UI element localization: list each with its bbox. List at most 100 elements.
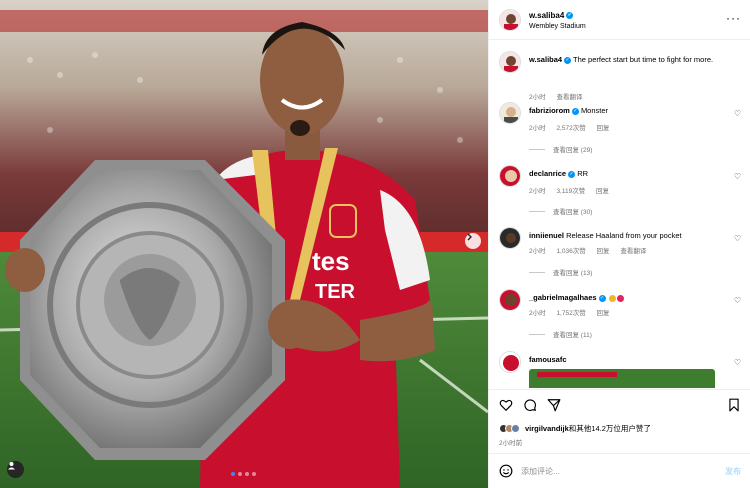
caption-time: 2小时 [529, 94, 546, 101]
comment-body: RR [577, 169, 589, 178]
post-header: w.saliba4 ✓ Wembley Stadium ··· [489, 0, 750, 40]
post-comment-button[interactable]: 发布 [725, 466, 741, 477]
comment-likes[interactable]: 1,752次赞 [556, 310, 585, 317]
comment-text: _gabrielmagalhaes ✓ [529, 292, 719, 303]
comment-input[interactable] [521, 463, 701, 479]
comment-likes[interactable]: 2,572次赞 [556, 125, 585, 132]
view-replies-button[interactable]: 查看回复 (11) [529, 329, 592, 339]
comment-meta: 2小时 1,752次赞 回复 [529, 307, 619, 317]
comment-username[interactable]: _gabrielmagalhaes [529, 293, 597, 302]
liker-avatar [511, 423, 520, 433]
emoji-face-icon [608, 294, 616, 302]
carousel-dot [252, 472, 256, 476]
send-icon [547, 399, 561, 412]
avatar-image [500, 166, 520, 186]
caption-text: w.saliba4 ✓ The perfect start but time to… [529, 54, 719, 65]
comment-username[interactable]: inniienuel [529, 231, 564, 240]
comment-media-thumbnail[interactable] [529, 369, 715, 388]
post-photo: tes TER [0, 0, 488, 488]
carousel-dot [238, 472, 242, 476]
replies-divider [529, 333, 545, 335]
liker-username[interactable]: virgilvandijk [525, 424, 569, 433]
carousel-indicator [231, 472, 256, 476]
comment-likes[interactable]: 1,036次赞 [556, 248, 585, 255]
view-replies-label: 查看回复 (13) [553, 270, 593, 277]
comment-username[interactable]: declanrice [529, 169, 566, 178]
carousel-next-button[interactable] [465, 233, 481, 249]
comment-likes[interactable]: 3,119次赞 [556, 188, 585, 195]
view-replies-label: 查看回复 (11) [553, 332, 592, 339]
commenter-avatar[interactable] [499, 289, 521, 311]
likes-text: virgilvandijk和其他14.2万位用户赞了 [525, 423, 651, 434]
replies-divider [529, 148, 545, 150]
reply-button[interactable]: 回复 [597, 248, 610, 255]
comment-time: 2小时 [529, 188, 546, 195]
comment-meta: 2小时 1,036次赞 回复 查看翻译 [529, 245, 655, 255]
likes-summary[interactable]: virgilvandijk和其他14.2万位用户赞了 [499, 421, 651, 435]
author-username[interactable]: w.saliba4 ✓ [529, 11, 574, 20]
comment-like-button[interactable]: ♡ [734, 109, 741, 118]
bookmark-icon [729, 398, 739, 412]
translate-link[interactable]: 查看翻译 [556, 94, 582, 101]
comment-username[interactable]: fabriziorom [529, 106, 570, 115]
more-options-button[interactable]: ··· [726, 11, 741, 25]
tagged-users-button[interactable] [7, 461, 24, 478]
comment-button[interactable] [523, 398, 537, 412]
heart-icon: ♡ [733, 296, 741, 305]
comment-text: famousafc [529, 354, 719, 365]
author-avatar[interactable] [499, 51, 521, 73]
comments-list[interactable]: w.saliba4 ✓ The perfect start but time to… [489, 41, 750, 388]
post-modal: tes TER w.saliba4 ✓ Wembley Stadium ··· … [0, 0, 750, 488]
translate-link[interactable]: 查看翻译 [620, 248, 646, 255]
comment-meta: 2小时 3,119次赞 回复 [529, 185, 618, 195]
post-location[interactable]: Wembley Stadium [529, 23, 586, 30]
save-button[interactable] [727, 398, 741, 412]
verified-badge-icon: ✓ [566, 12, 574, 20]
thumbnail-banner [537, 372, 617, 377]
avatar-image [500, 352, 520, 372]
post-sidebar: w.saliba4 ✓ Wembley Stadium ··· w.saliba4… [488, 0, 750, 488]
share-button[interactable] [547, 398, 561, 412]
comment-composer: 发布 [489, 453, 750, 488]
comment-username[interactable]: famousafc [529, 355, 567, 364]
caption-meta: 2小时 查看翻译 [529, 91, 591, 101]
reply-button[interactable]: 回复 [597, 125, 610, 132]
carousel-dot-active [231, 472, 235, 476]
comment-like-button[interactable]: ♡ [734, 296, 741, 305]
comment-like-button[interactable]: ♡ [734, 358, 741, 367]
reply-button[interactable]: 回复 [596, 188, 609, 195]
view-replies-button[interactable]: 查看回复 (29) [529, 144, 592, 154]
caption-username[interactable]: w.saliba4 [529, 55, 562, 64]
comment-body: Monster [580, 106, 609, 115]
commenter-avatar[interactable] [499, 351, 521, 373]
avatar-image [500, 52, 520, 72]
commenter-avatar[interactable] [499, 165, 521, 187]
verified-badge-icon: ✓ [571, 107, 579, 115]
emoji-picker-button[interactable] [499, 464, 513, 478]
reply-button[interactable]: 回复 [597, 310, 610, 317]
author-avatar[interactable] [499, 9, 521, 31]
heart-icon: ♡ [733, 234, 741, 243]
like-button[interactable] [499, 398, 513, 412]
svg-text:TER: TER [315, 281, 356, 303]
commenter-avatar[interactable] [499, 102, 521, 124]
chevron-right-icon [467, 233, 472, 241]
user-tag-icon [8, 462, 15, 470]
avatar-image [500, 103, 520, 123]
heart-icon: ♡ [733, 109, 741, 118]
commenter-avatar[interactable] [499, 227, 521, 249]
comment-text: inniienuel Release Haaland from your poc… [529, 230, 719, 241]
likes-rest: 和其他14.2万位用户赞了 [568, 423, 651, 433]
more-horizontal-icon: ··· [726, 11, 741, 25]
caption-body: The perfect start but time to fight for … [573, 55, 714, 64]
carousel-dot [245, 472, 249, 476]
comment-like-button[interactable]: ♡ [734, 234, 741, 243]
view-replies-button[interactable]: 查看回复 (13) [529, 267, 592, 277]
comment-like-button[interactable]: ♡ [734, 172, 741, 181]
avatar-image [500, 228, 520, 248]
comment-time: 2小时 [529, 248, 546, 255]
comment-body: Release Haaland from your pocket [566, 231, 682, 240]
view-replies-label: 查看回复 (29) [553, 147, 593, 154]
comment-text: fabriziorom ✓ Monster [529, 105, 719, 116]
view-replies-button[interactable]: 查看回复 (30) [529, 206, 592, 216]
